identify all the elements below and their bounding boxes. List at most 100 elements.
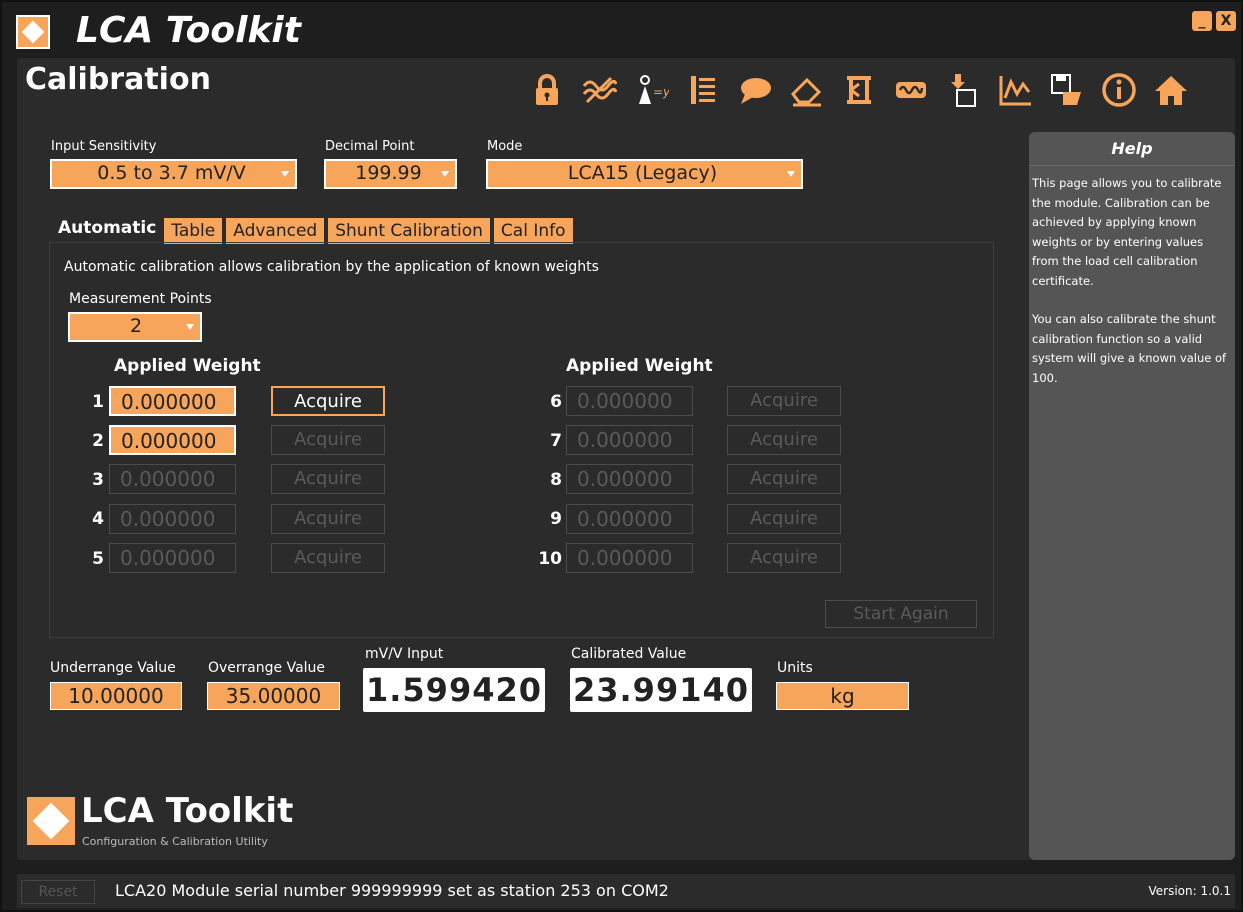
decimal-point-label: Decimal Point — [325, 139, 415, 154]
weight-field-4[interactable]: 0.000000 — [109, 504, 236, 534]
reset-button[interactable]: Reset — [21, 880, 95, 904]
acquire-button-7[interactable]: Acquire — [727, 425, 841, 455]
page-title: Calibration — [25, 62, 211, 97]
version-label: Version: 1.0.1 — [1148, 884, 1231, 898]
title-bar: LCA Toolkit _ X — [2, 2, 1241, 60]
overrange-value[interactable]: 35.00000 — [207, 682, 340, 710]
help-title: Help — [1029, 132, 1235, 166]
acquire-button-2[interactable]: Acquire — [271, 425, 385, 455]
acquire-button-4[interactable]: Acquire — [271, 504, 385, 534]
chevron-down-icon — [441, 171, 449, 177]
help-paragraph: You can also calibrate the shunt calibra… — [1032, 312, 1227, 385]
row-number: 2 — [92, 431, 104, 451]
row-number: 4 — [92, 509, 104, 529]
import-icon[interactable] — [941, 68, 985, 112]
acquire-button-6[interactable]: Acquire — [727, 386, 841, 416]
tab-bar: Automatic Table Advanced Shunt Calibrati… — [54, 216, 573, 244]
row-number: 7 — [550, 431, 562, 451]
chart-icon[interactable] — [993, 68, 1037, 112]
acquire-button-8[interactable]: Acquire — [727, 464, 841, 494]
calibrated-value: 23.99140 — [570, 668, 752, 712]
measurement-points-label: Measurement Points — [69, 291, 212, 307]
list-icon[interactable] — [681, 68, 725, 112]
help-panel: Help This page allows you to calibrate t… — [1029, 132, 1235, 860]
applied-weight-header-left: Applied Weight — [114, 356, 261, 376]
underrange-label: Underrange Value — [50, 660, 176, 676]
tab-advanced[interactable]: Advanced — [226, 218, 325, 244]
row-number: 10 — [538, 549, 562, 569]
calibrated-value-label: Calibrated Value — [571, 646, 687, 662]
status-bar: Reset LCA20 Module serial number 9999999… — [17, 874, 1235, 908]
weight-field-6[interactable]: 0.000000 — [566, 386, 693, 416]
start-again-button[interactable]: Start Again — [825, 600, 977, 628]
brand-logo: LCA Toolkit Configuration & Calibration … — [27, 791, 327, 853]
info-icon[interactable] — [1097, 68, 1141, 112]
row-number: 9 — [550, 509, 562, 529]
help-paragraph: This page allows you to calibrate the mo… — [1032, 176, 1222, 288]
eraser-icon[interactable] — [785, 68, 829, 112]
signal-icon[interactable] — [889, 68, 933, 112]
row-number: 5 — [92, 549, 104, 569]
decimal-point-value: 199.99 — [355, 162, 422, 184]
tab-automatic[interactable]: Automatic — [54, 216, 161, 244]
chevron-down-icon — [787, 171, 795, 177]
lock-icon[interactable] — [525, 68, 569, 112]
mode-select[interactable]: LCA15 (Legacy) — [486, 159, 803, 189]
close-button[interactable]: X — [1216, 11, 1236, 31]
acquire-button-5[interactable]: Acquire — [271, 543, 385, 573]
chevron-down-icon — [281, 171, 289, 177]
units-value[interactable]: kg — [776, 682, 909, 710]
help-body: This page allows you to calibrate the mo… — [1029, 166, 1235, 415]
input-sensitivity-select[interactable]: 0.5 to 3.7 mV/V — [50, 159, 297, 189]
row-number: 1 — [92, 392, 104, 412]
automatic-description: Automatic calibration allows calibration… — [64, 259, 599, 275]
home-icon[interactable] — [1149, 68, 1193, 112]
underrange-value[interactable]: 10.00000 — [50, 682, 182, 710]
weight-field-3[interactable]: 0.000000 — [109, 464, 236, 494]
brand-name: LCA Toolkit — [81, 791, 294, 831]
save-icon[interactable] — [1045, 68, 1089, 112]
formula-icon[interactable]: =y — [629, 68, 673, 112]
mode-value: LCA15 (Legacy) — [567, 162, 718, 184]
minimize-button[interactable]: _ — [1192, 11, 1212, 31]
app-title: LCA Toolkit — [76, 10, 301, 51]
overrange-label: Overrange Value — [208, 660, 326, 676]
main-panel: Calibration =y Input Sensitivity 0.5 to … — [17, 58, 1235, 860]
mvv-input-value: 1.599420 — [363, 668, 545, 712]
filter-icon[interactable] — [577, 68, 621, 112]
tab-cal-info[interactable]: Cal Info — [493, 218, 573, 244]
tab-shunt-calibration[interactable]: Shunt Calibration — [328, 218, 490, 244]
status-message: LCA20 Module serial number 999999999 set… — [115, 881, 669, 900]
sigma-icon[interactable] — [837, 68, 881, 112]
decimal-point-select[interactable]: 199.99 — [324, 159, 457, 189]
applied-weight-header-right: Applied Weight — [566, 356, 713, 376]
chevron-down-icon — [186, 324, 194, 330]
weight-field-8[interactable]: 0.000000 — [566, 464, 693, 494]
row-number: 3 — [92, 470, 104, 490]
acquire-button-3[interactable]: Acquire — [271, 464, 385, 494]
acquire-button-1[interactable]: Acquire — [271, 386, 385, 416]
row-number: 6 — [550, 392, 562, 412]
measurement-points-select[interactable]: 2 — [68, 312, 202, 342]
tab-table[interactable]: Table — [164, 218, 223, 244]
weight-field-5[interactable]: 0.000000 — [109, 543, 236, 573]
app-logo-icon — [16, 15, 50, 49]
acquire-button-9[interactable]: Acquire — [727, 504, 841, 534]
weight-field-7[interactable]: 0.000000 — [566, 425, 693, 455]
weight-field-9[interactable]: 0.000000 — [566, 504, 693, 534]
acquire-button-10[interactable]: Acquire — [727, 543, 841, 573]
input-sensitivity-value: 0.5 to 3.7 mV/V — [97, 162, 246, 184]
mode-label: Mode — [487, 139, 523, 154]
input-sensitivity-label: Input Sensitivity — [51, 139, 157, 154]
weight-field-2[interactable]: 0.000000 — [109, 425, 236, 455]
units-label: Units — [777, 660, 813, 676]
weight-field-10[interactable]: 0.000000 — [566, 543, 693, 573]
weight-field-1[interactable]: 0.000000 — [109, 386, 236, 416]
mvv-input-label: mV/V Input — [365, 646, 444, 662]
row-number: 8 — [550, 470, 562, 490]
chat-icon[interactable] — [733, 68, 777, 112]
svg-text:=y: =y — [653, 85, 669, 99]
brand-diamond-icon — [27, 797, 75, 845]
brand-subtitle: Configuration & Calibration Utility — [82, 835, 268, 848]
toolbar: =y — [525, 68, 1193, 112]
